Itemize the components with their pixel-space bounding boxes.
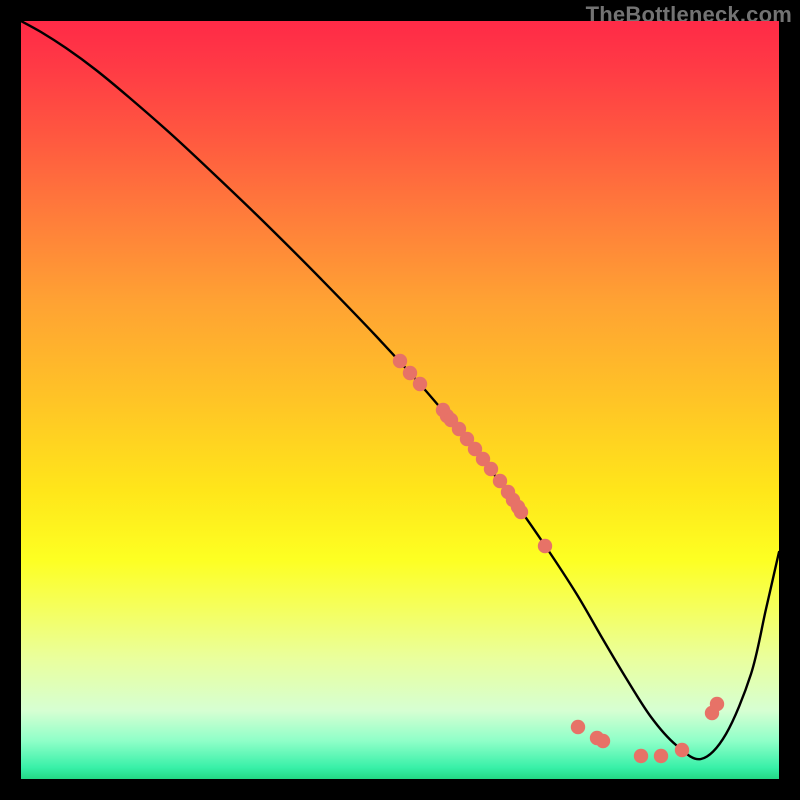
chart-container: TheBottleneck.com [0, 0, 800, 800]
bottleneck-curve [21, 21, 779, 759]
data-point [634, 749, 648, 763]
data-points [393, 354, 724, 763]
data-point [571, 720, 585, 734]
data-point [484, 462, 498, 476]
data-point [393, 354, 407, 368]
data-point [675, 743, 689, 757]
data-point [654, 749, 668, 763]
data-point [403, 366, 417, 380]
data-point [514, 505, 528, 519]
data-point [710, 697, 724, 711]
curve-svg [21, 21, 779, 779]
plot-area [21, 21, 779, 779]
data-point [596, 734, 610, 748]
data-point [538, 539, 552, 553]
data-point [413, 377, 427, 391]
